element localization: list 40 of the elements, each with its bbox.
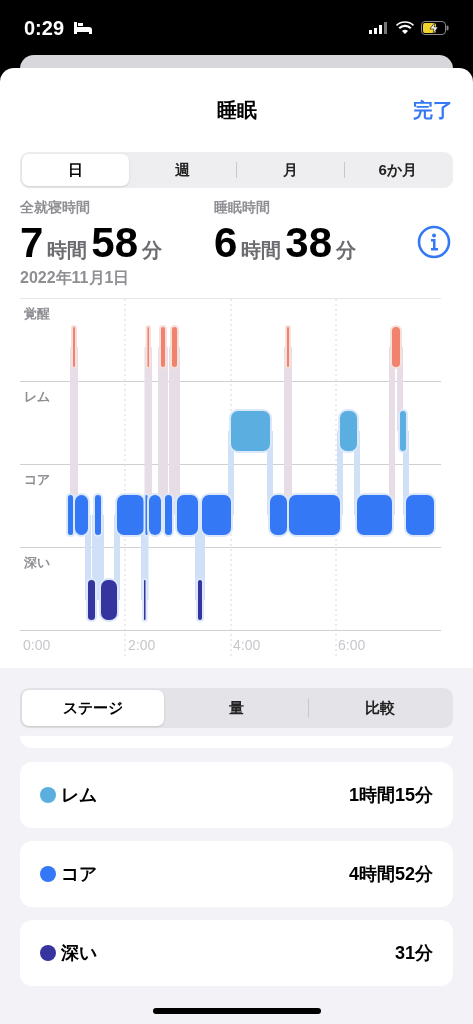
stat-value: 58 (91, 218, 139, 268)
axis-label: レム (24, 389, 50, 404)
signal-icon (369, 21, 389, 34)
segment-tab[interactable]: 日 (22, 154, 129, 186)
stat-unit: 分 (336, 238, 357, 263)
segment-tab[interactable]: 量 (165, 690, 308, 726)
segment-tab[interactable]: 6か月 (344, 154, 451, 186)
bed-icon (72, 20, 95, 35)
stage-name: 深い (61, 941, 98, 965)
date-label: 2022年11月1日 (20, 268, 131, 288)
segment-tab[interactable]: 週 (129, 154, 236, 186)
info-icon[interactable] (417, 225, 451, 259)
axis-label: 6:00 (338, 637, 366, 653)
stat-value: 7 (20, 218, 44, 268)
stat-value: 6 (214, 218, 238, 268)
axis-label: コア (24, 472, 50, 487)
status-time: 0:29 (24, 15, 65, 41)
axis-label: 0:00 (23, 637, 51, 653)
axis-label: 覚醒 (24, 306, 50, 321)
axis-label: 深い (24, 555, 50, 570)
axis-label: 2:00 (128, 637, 156, 653)
axis-label: 4:00 (233, 637, 261, 653)
sheet-title: 睡眠 (216, 98, 257, 123)
stat-label: 睡眠時間 (214, 198, 271, 217)
stat-value: 38 (285, 218, 333, 268)
stage-name: レム (61, 783, 98, 807)
battery-charging-icon (421, 20, 449, 35)
stat-unit: 分 (142, 238, 163, 263)
wifi-icon (396, 21, 414, 34)
stage-name: コア (61, 862, 98, 886)
stage-duration: 4時間52分 (348, 862, 433, 886)
stage-duration: 31分 (394, 941, 433, 965)
stage-duration: 1時間15分 (348, 783, 433, 807)
stat-label: 全就寝時間 (20, 198, 91, 217)
stat-unit: 時間 (47, 238, 88, 263)
segment-tab[interactable]: 月 (237, 154, 344, 186)
done-button[interactable]: 完了 (413, 95, 453, 125)
segment-tab[interactable]: 比較 (308, 690, 451, 726)
segment-tab[interactable]: ステージ (22, 690, 165, 726)
stat-unit: 時間 (241, 238, 282, 263)
